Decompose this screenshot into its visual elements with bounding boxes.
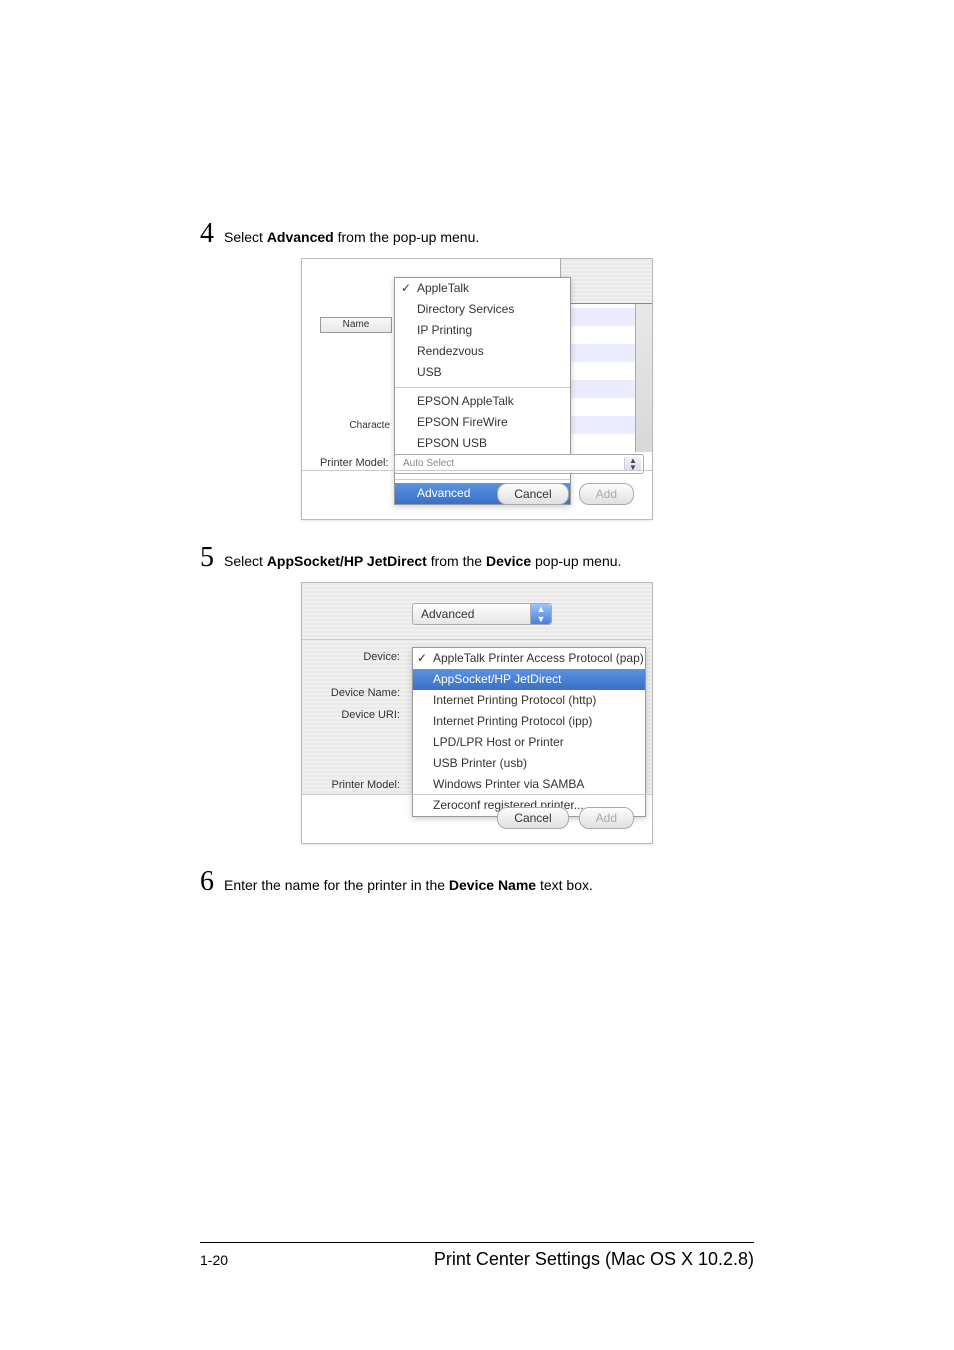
cancel-button-2[interactable]: Cancel <box>497 807 568 829</box>
connection-type-value: Advanced <box>421 607 474 621</box>
connection-type-select[interactable]: Advanced ▲▼ <box>412 603 552 625</box>
menu-item-pap[interactable]: AppleTalk Printer Access Protocol (pap) <box>413 648 645 669</box>
menu-item-epson-firewire[interactable]: EPSON FireWire <box>395 412 570 433</box>
s1-printer-list <box>560 303 652 452</box>
s1-scrollbar[interactable] <box>635 304 652 452</box>
menu-item-appsocket[interactable]: AppSocket/HP JetDirect <box>413 669 645 690</box>
s2-separator <box>302 794 652 795</box>
step-4-text: Select Advanced from the pop-up menu. <box>224 228 479 248</box>
step-6: 6 Enter the name for the printer in the … <box>200 868 754 896</box>
s1-button-row: Cancel Add <box>497 483 634 505</box>
step-5-post: pop-up menu. <box>531 553 621 569</box>
step-4: 4 Select Advanced from the pop-up menu. <box>200 220 754 248</box>
menu-item-appletalk[interactable]: AppleTalk <box>395 278 570 299</box>
step-6-post: text box. <box>536 877 593 893</box>
menu-separator-1 <box>395 386 570 388</box>
s1-pinstripe-top <box>560 259 652 303</box>
s1-name-column-header[interactable]: Name <box>320 317 392 333</box>
step-5-pre: Select <box>224 553 267 569</box>
menu-item-samba[interactable]: Windows Printer via SAMBA <box>413 774 645 795</box>
cancel-button[interactable]: Cancel <box>497 483 568 505</box>
chevron-updown-icon: ▲▼ <box>530 604 551 624</box>
s1-charset-label: Characte <box>320 419 390 433</box>
menu-item-http[interactable]: Internet Printing Protocol (http) <box>413 690 645 711</box>
step-5: 5 Select AppSocket/HP JetDirect from the… <box>200 544 754 572</box>
step-5-number: 5 <box>200 544 214 572</box>
menu-item-ip-printing[interactable]: IP Printing <box>395 320 570 341</box>
menu-item-ipp[interactable]: Internet Printing Protocol (ipp) <box>413 711 645 732</box>
device-name-label: Device Name: <box>310 687 400 699</box>
step-5-bold1: AppSocket/HP JetDirect <box>267 553 427 569</box>
s1-separator <box>302 470 652 471</box>
screenshot-1: Name Characte AppleTalk Directory Servic… <box>301 258 653 520</box>
menu-item-usb[interactable]: USB <box>395 362 570 383</box>
printer-model-value: Auto Select <box>403 458 454 469</box>
step-4-pre: Select <box>224 229 267 245</box>
step-5-mid: from the <box>427 553 486 569</box>
step-6-bold: Device Name <box>449 877 536 893</box>
page: 4 Select Advanced from the pop-up menu. … <box>0 0 954 1350</box>
page-number: 1-20 <box>200 1252 228 1268</box>
menu-item-usb-printer[interactable]: USB Printer (usb) <box>413 753 645 774</box>
screenshot-2: Advanced ▲▼ Device: Device Name: Device … <box>301 582 653 844</box>
step-4-number: 4 <box>200 220 214 248</box>
page-footer: 1-20 Print Center Settings (Mac OS X 10.… <box>200 1242 754 1270</box>
printer-model-select[interactable]: Auto Select ▲▼ <box>394 454 644 474</box>
menu-item-epson-appletalk[interactable]: EPSON AppleTalk <box>395 391 570 412</box>
add-button[interactable]: Add <box>579 483 634 505</box>
printer-model-label: Printer Model: <box>320 457 388 469</box>
footer-title: Print Center Settings (Mac OS X 10.2.8) <box>434 1249 754 1270</box>
device-label: Device: <box>310 651 400 663</box>
chevron-updown-icon: ▲▼ <box>624 457 641 471</box>
step-4-post: from the pop-up menu. <box>334 229 480 245</box>
printer-model-label-2: Printer Model: <box>310 779 400 791</box>
step-6-pre: Enter the name for the printer in the <box>224 877 449 893</box>
device-popup-menu[interactable]: AppleTalk Printer Access Protocol (pap) … <box>412 647 646 817</box>
step-5-text: Select AppSocket/HP JetDirect from the D… <box>224 552 621 572</box>
menu-item-lpd[interactable]: LPD/LPR Host or Printer <box>413 732 645 753</box>
menu-item-directory-services[interactable]: Directory Services <box>395 299 570 320</box>
s2-button-row: Cancel Add <box>497 807 634 829</box>
menu-item-rendezvous[interactable]: Rendezvous <box>395 341 570 362</box>
step-6-number: 6 <box>200 868 214 896</box>
step-6-text: Enter the name for the printer in the De… <box>224 876 593 896</box>
menu-item-epson-usb[interactable]: EPSON USB <box>395 433 570 454</box>
device-uri-label: Device URI: <box>310 709 400 721</box>
step-4-bold: Advanced <box>267 229 334 245</box>
menu-separator-2 <box>395 478 570 480</box>
add-button-2[interactable]: Add <box>579 807 634 829</box>
step-5-bold2: Device <box>486 553 531 569</box>
